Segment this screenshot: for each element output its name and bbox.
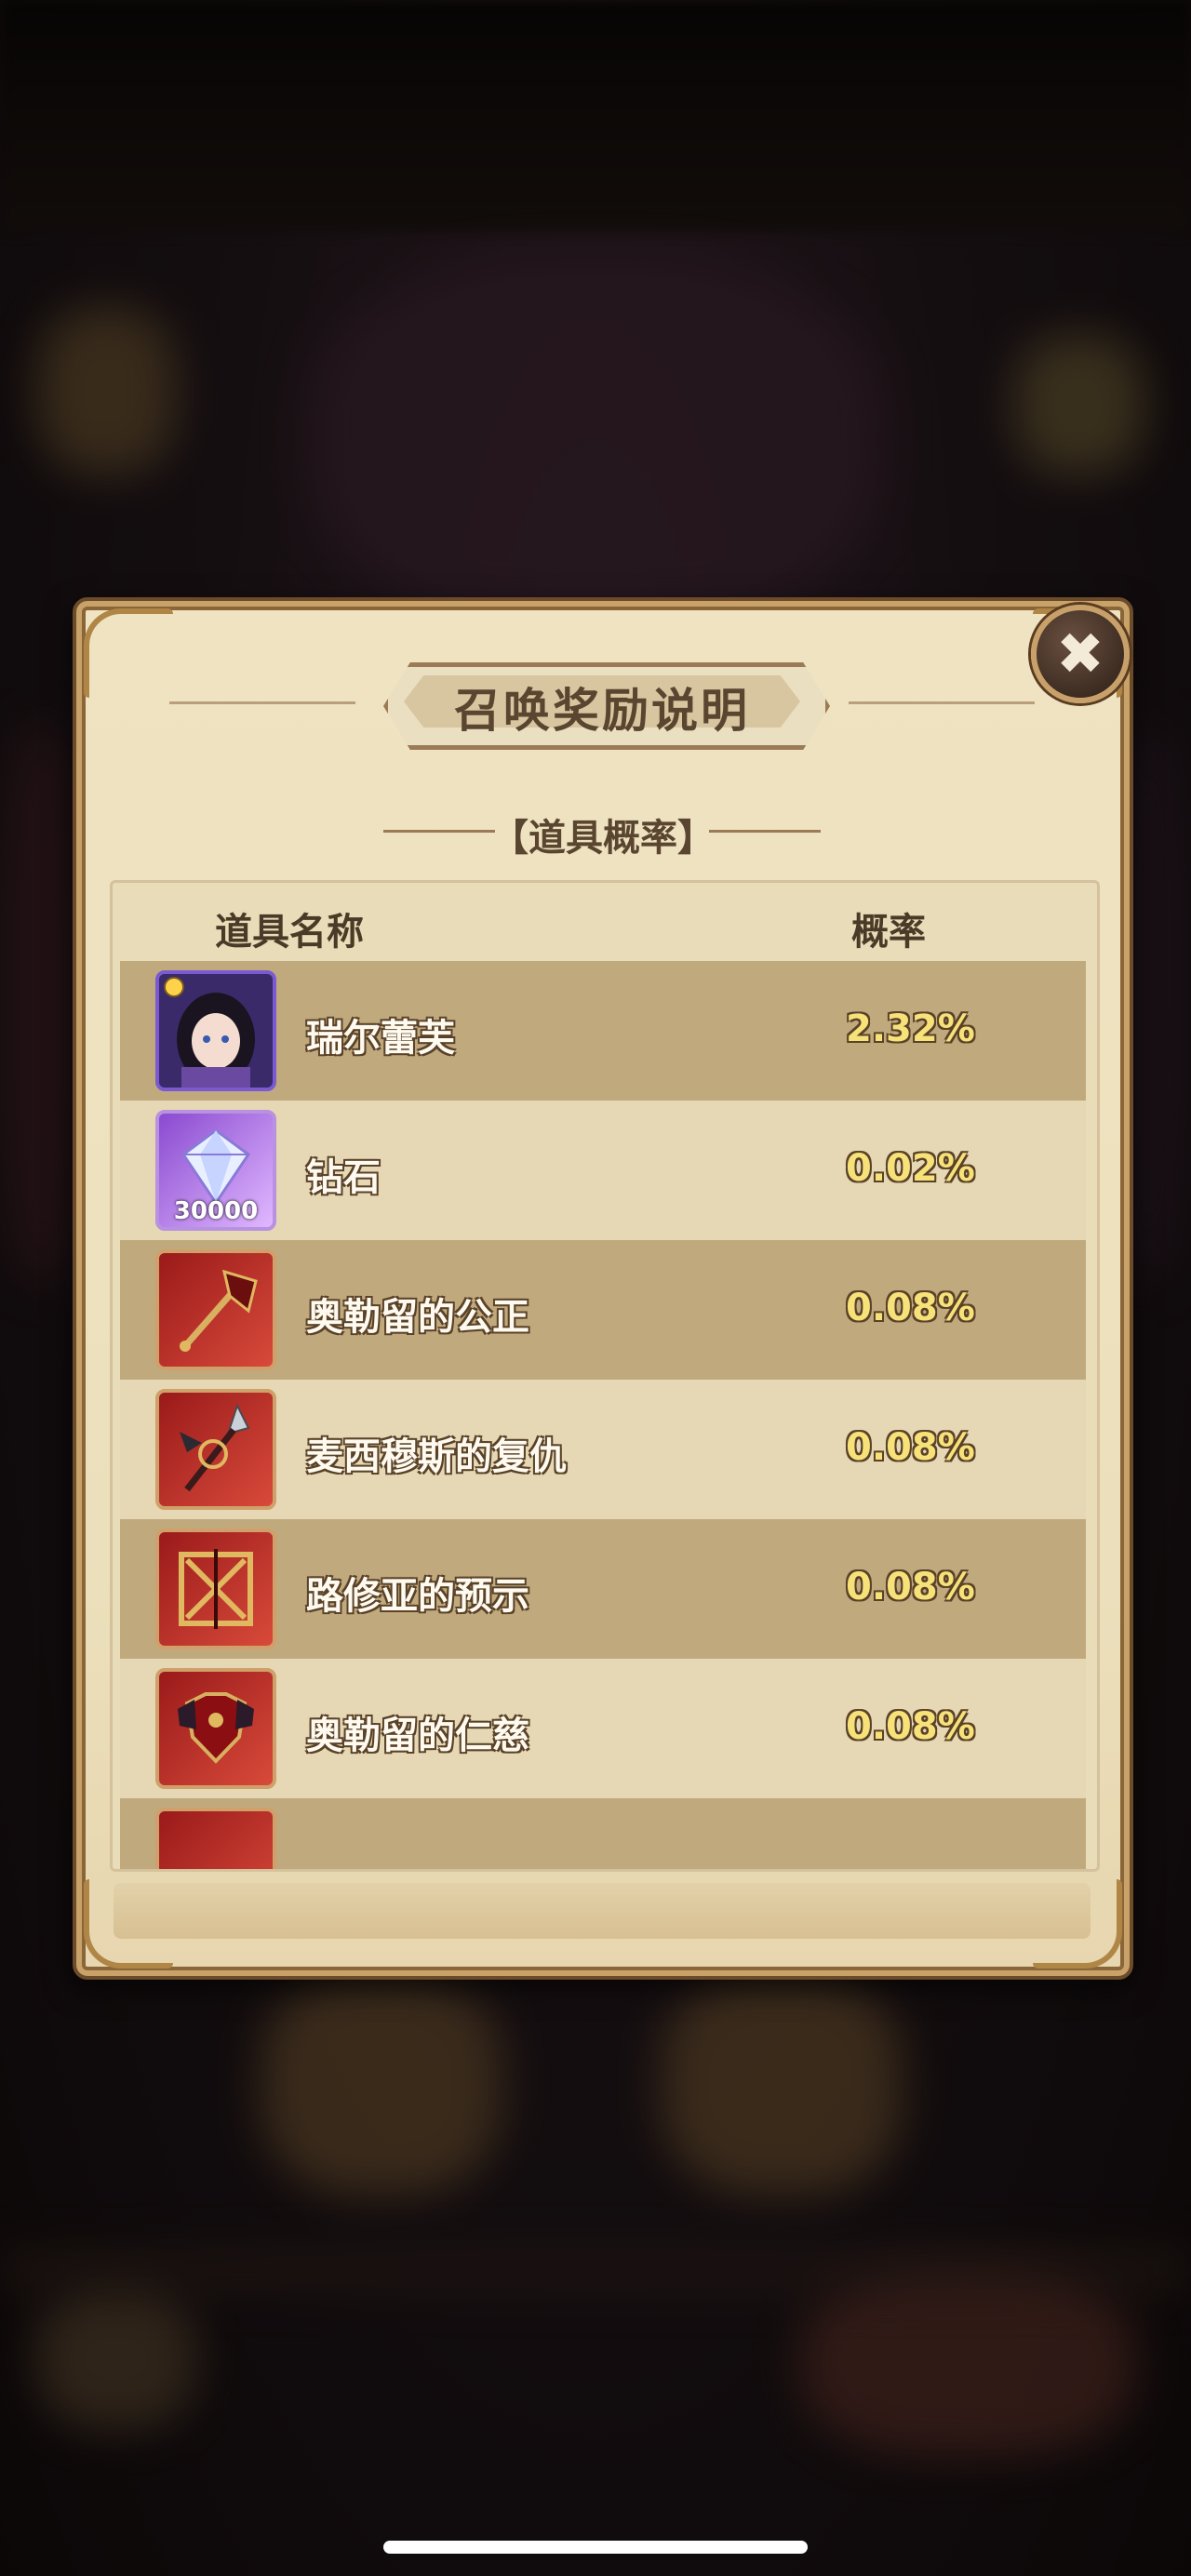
table-row-partial [120, 1798, 1086, 1869]
item-name: 麦西穆斯的复仇 [306, 1435, 567, 1478]
item-quantity: 30000 [173, 1197, 259, 1225]
section-subtitle: 【道具概率】 [491, 817, 715, 860]
table-row: 奥勒留的仁慈 0.08% [120, 1659, 1086, 1798]
hero-portrait-icon[interactable] [155, 970, 276, 1091]
table-row: 奥勒留的公正 0.08% [120, 1240, 1086, 1380]
panel-bottom-bar [114, 1883, 1091, 1939]
title-divider [169, 701, 355, 704]
title-divider [849, 701, 1035, 704]
diamond-icon[interactable]: 30000 [155, 1110, 276, 1231]
table-row: 麦西穆斯的复仇 0.08% [120, 1380, 1086, 1519]
table-row: 瑞尔蕾芙 2.32% [120, 961, 1086, 1101]
item-name: 路修亚的预示 [306, 1575, 529, 1618]
corner-ornament [84, 608, 173, 698]
item-rate: 0.02% [846, 1147, 975, 1190]
table-rows[interactable]: 瑞尔蕾芙 2.32% 30000 钻石 0.02% 奥勒留的公正 0.08% 麦… [120, 961, 1086, 1869]
item-rate: 0.08% [846, 1566, 975, 1608]
item-name: 钻石 [306, 1156, 381, 1199]
close-button[interactable]: ✖ [1031, 605, 1130, 703]
item-rate: 2.32% [846, 1008, 975, 1050]
header-rate: 概率 [851, 911, 926, 954]
table-row: 30000 钻石 0.02% [120, 1101, 1086, 1240]
item-rate: 0.08% [846, 1705, 975, 1748]
axe-weapon-icon[interactable] [155, 1249, 276, 1370]
summon-reward-dialog: 召唤奖励说明 【道具概率】 道具名称 概率 瑞尔蕾芙 2.32% 30000 钻… [73, 597, 1133, 1980]
probability-table[interactable]: 道具名称 概率 瑞尔蕾芙 2.32% 30000 钻石 0.02% 奥勒留的公正… [110, 880, 1100, 1872]
table-row: 路修亚的预示 0.08% [120, 1519, 1086, 1659]
home-indicator[interactable] [383, 2541, 808, 2554]
sigil-emblem-icon[interactable] [155, 1528, 276, 1649]
spear-weapon-icon[interactable] [155, 1389, 276, 1510]
partial-item-icon[interactable] [155, 1808, 276, 1869]
armor-icon[interactable] [155, 1668, 276, 1789]
table-header: 道具名称 概率 [113, 883, 1097, 959]
item-rate: 0.08% [846, 1426, 975, 1469]
dialog-title: 召唤奖励说明 [454, 684, 750, 738]
item-name: 瑞尔蕾芙 [306, 1017, 455, 1060]
title-banner: 召唤奖励说明 [355, 657, 849, 750]
item-name: 奥勒留的仁慈 [306, 1715, 529, 1757]
item-rate: 0.08% [846, 1287, 975, 1329]
item-name: 奥勒留的公正 [306, 1296, 529, 1339]
header-item-name: 道具名称 [215, 911, 364, 954]
